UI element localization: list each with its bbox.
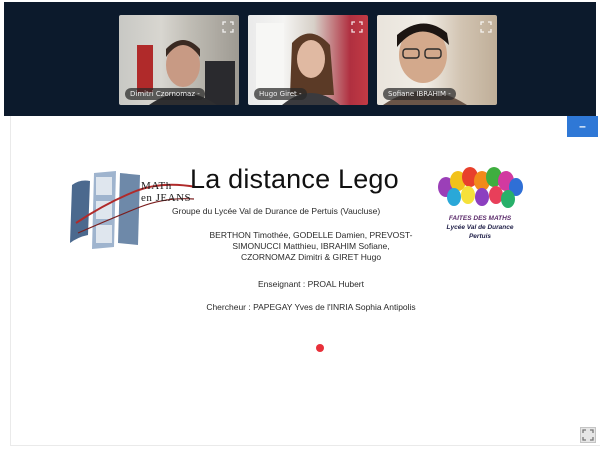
slide-teacher: Enseignant : PROAL Hubert — [258, 279, 364, 289]
slide-researcher: Chercheur : PAPEGAY Yves de l'INRIA Soph… — [206, 302, 416, 312]
fullscreen-button[interactable] — [580, 427, 596, 443]
authors-line: SIMONUCCI Matthieu, IBRAHIM Sofiane, — [232, 241, 390, 251]
participants-strip: Dimitri Czornomaz - Hugo Giret - Sofiane… — [4, 2, 596, 116]
logo-text-line: en JEANS — [141, 192, 192, 204]
logo-right-line: Pertuis — [468, 233, 492, 240]
logo-text-line: MATh — [141, 180, 172, 192]
participant-tile[interactable]: Sofiane IBRAHIM - — [377, 15, 497, 105]
authors-line: CZORNOMAZ Dimitri & GIRET Hugo — [240, 252, 382, 262]
participant-name: Hugo Giret - — [254, 88, 307, 100]
participant-tile[interactable]: Dimitri Czornomaz - — [119, 15, 239, 105]
fullscreen-icon — [582, 429, 594, 441]
participant-name: Sofiane IBRAHIM - — [383, 88, 456, 100]
participant-name: Dimitri Czornomaz - — [125, 88, 205, 100]
math-en-jeans-logo-text: MATh en JEANS — [141, 180, 191, 204]
meeting-window: Dimitri Czornomaz - Hugo Giret - Sofiane… — [0, 0, 600, 452]
minimize-button[interactable]: – — [567, 116, 598, 137]
expand-icon[interactable] — [351, 20, 363, 33]
slide-title: La distance Lego — [190, 164, 399, 194]
participant-tile[interactable]: Hugo Giret - — [248, 15, 368, 105]
slide-authors: BERTHON Timothée, GODELLE Damien, PREVOS… — [183, 230, 439, 263]
expand-icon[interactable] — [222, 20, 234, 33]
authors-line: BERTHON Timothée, GODELLE Damien, PREVOS… — [209, 230, 413, 240]
logo-right-line: Lycée Val de Durance — [446, 224, 514, 231]
slide-subtitle: Groupe du Lycée Val de Durance de Pertui… — [172, 206, 381, 216]
logo-right-line: FAITES DES MATHS — [448, 215, 512, 222]
laser-pointer — [316, 344, 324, 352]
expand-icon[interactable] — [480, 20, 492, 33]
